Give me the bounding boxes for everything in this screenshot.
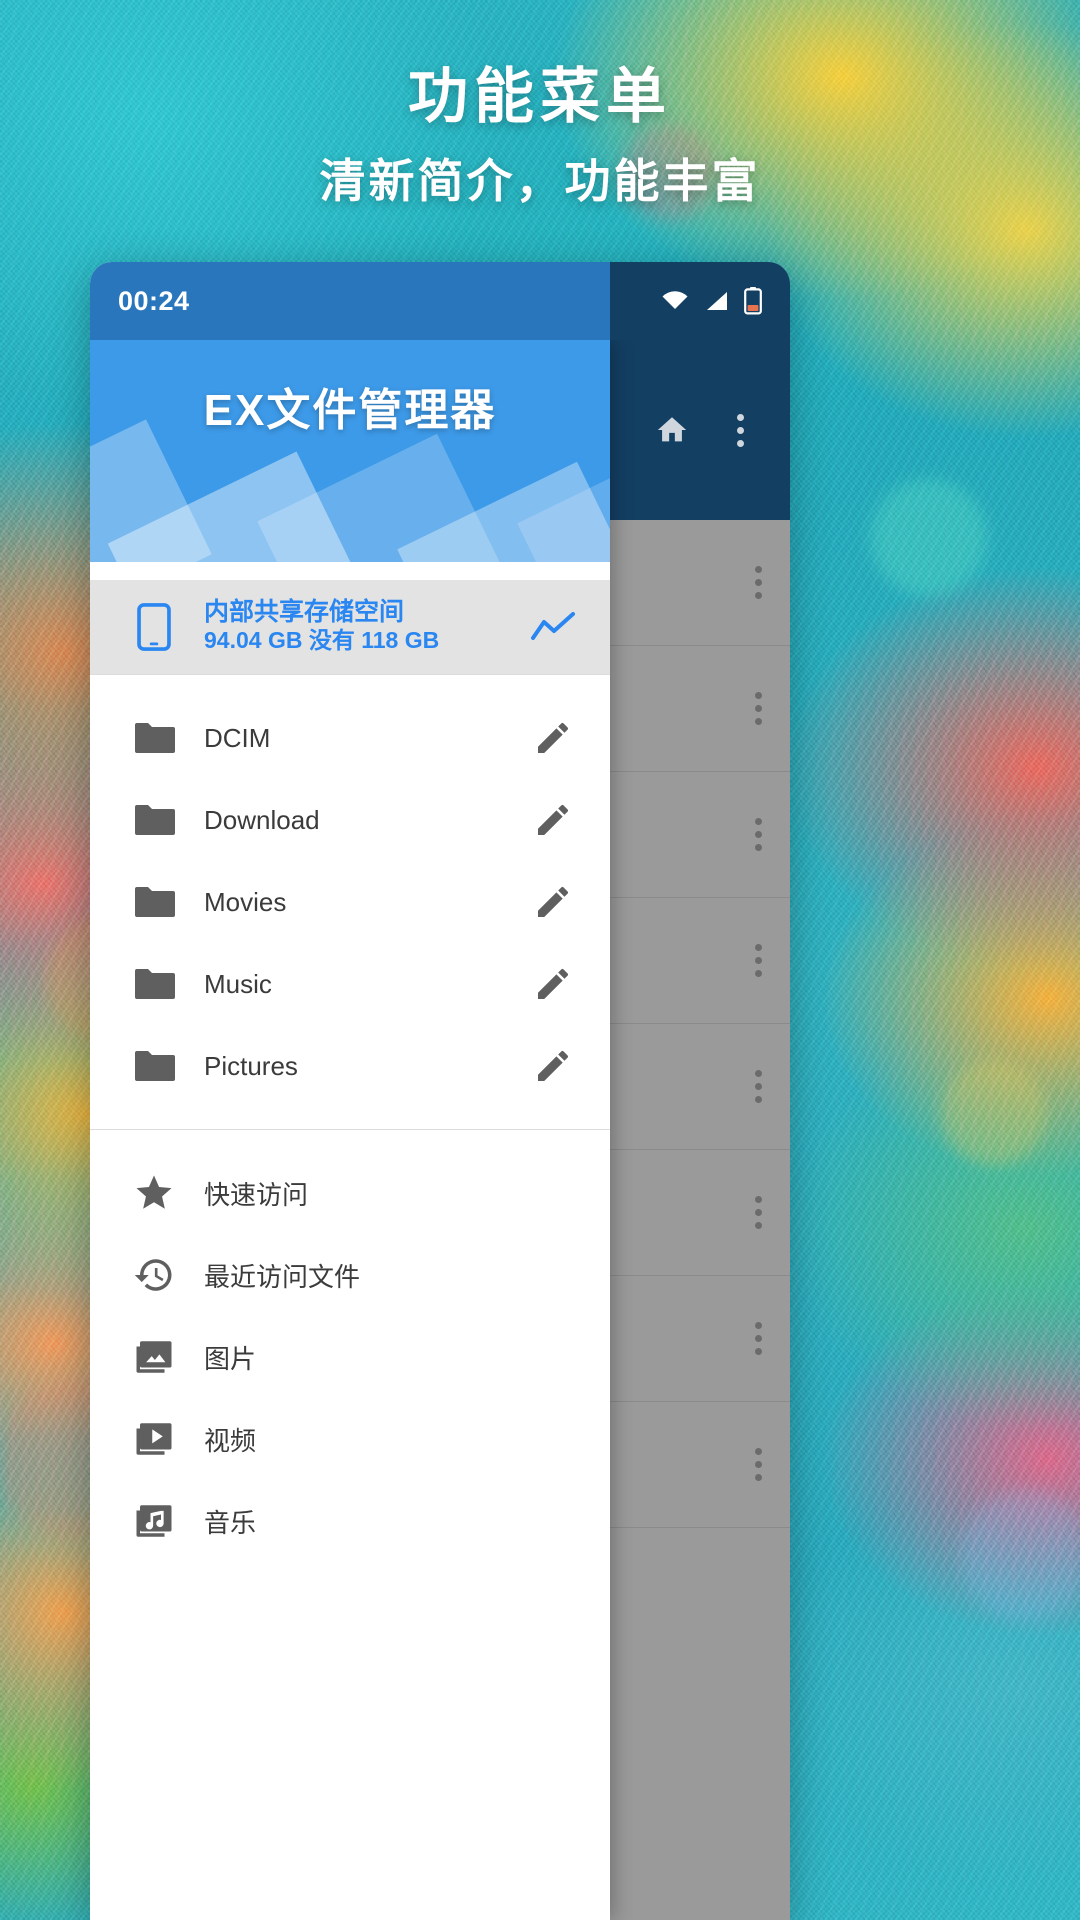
- section-gap: [90, 675, 610, 697]
- promo-title: 功能菜单: [408, 63, 672, 130]
- folder-icon-wrap: [116, 1049, 192, 1083]
- folder-icon: [135, 969, 175, 999]
- app-title: EX文件管理器: [203, 386, 497, 435]
- folder-label: Pictures: [204, 1050, 298, 1081]
- folder-list: DCIM Download Movies Music Pictures: [90, 697, 610, 1107]
- shortcut-icon-wrap: [116, 1254, 192, 1296]
- home-button[interactable]: [640, 398, 704, 462]
- row-overflow-icon[interactable]: [755, 1448, 762, 1481]
- shortcut-label: 快速访问: [204, 1179, 309, 1210]
- edit-pencil-icon: [538, 1050, 568, 1081]
- folder-row[interactable]: Pictures: [90, 1025, 610, 1107]
- folder-icon-wrap: [116, 967, 192, 1001]
- folder-edit-button[interactable]: [522, 964, 584, 1004]
- folder-row[interactable]: Download: [90, 779, 610, 861]
- storage-subtitle: 94.04 GB 没有 118 GB: [204, 627, 440, 654]
- drawer-header: EX文件管理器: [90, 340, 610, 562]
- signal-icon: [707, 292, 727, 310]
- wifi-icon: [662, 291, 688, 309]
- folder-edit-button[interactable]: [522, 1046, 584, 1086]
- folder-icon: [135, 887, 175, 917]
- overflow-menu-button[interactable]: [708, 398, 772, 462]
- shortcut-icon-wrap: [116, 1418, 192, 1460]
- trending-up-icon: [531, 612, 575, 640]
- navigation-drawer: EX文件管理器 内部共享存储空间 94.04 GB 没有 118 GB DCIM…: [90, 340, 610, 1920]
- shortcut-icon-wrap: [116, 1500, 192, 1542]
- edit-pencil-icon: [538, 968, 568, 999]
- folder-icon: [135, 805, 175, 835]
- shortcut-label: 音乐: [204, 1507, 257, 1538]
- row-overflow-icon[interactable]: [755, 1196, 762, 1229]
- storage-title: 内部共享存储空间: [204, 597, 405, 626]
- storage-summary-row[interactable]: 内部共享存储空间 94.04 GB 没有 118 GB: [90, 580, 610, 674]
- home-icon: [657, 417, 687, 442]
- storage-chart-button[interactable]: [522, 610, 584, 644]
- status-bar: 00:24: [90, 262, 790, 340]
- shortcut-row[interactable]: 快速访问: [90, 1152, 610, 1234]
- history-icon: [134, 1259, 172, 1291]
- folder-row[interactable]: Movies: [90, 861, 610, 943]
- storage-text: 内部共享存储空间 94.04 GB 没有 118 GB: [192, 598, 522, 657]
- edit-pencil-icon: [538, 886, 568, 917]
- music-icon: [136, 1505, 172, 1537]
- storage-icon-wrap: [116, 603, 192, 651]
- row-overflow-icon[interactable]: [755, 692, 762, 725]
- folder-row[interactable]: DCIM: [90, 697, 610, 779]
- shortcut-label: 视频: [204, 1425, 257, 1456]
- folder-icon-wrap: [116, 885, 192, 919]
- promo-subtitle: 清新简介，功能丰富: [319, 155, 761, 207]
- image-icon: [136, 1341, 172, 1373]
- video-icon: [136, 1423, 172, 1455]
- drawer-spacer: [90, 562, 610, 580]
- phone-screenshot: EX文件管理器 内部共享存储空间 94.04 GB 没有 118 GB DCIM…: [90, 262, 790, 1920]
- section-gap: [90, 1130, 610, 1152]
- shortcut-label: 最近访问文件: [204, 1261, 361, 1292]
- shortcut-row[interactable]: 视频: [90, 1398, 610, 1480]
- shortcut-row[interactable]: 最近访问文件: [90, 1234, 610, 1316]
- row-overflow-icon[interactable]: [755, 566, 762, 599]
- folder-label: Movies: [204, 886, 287, 917]
- shortcut-icon-wrap: [116, 1172, 192, 1214]
- folder-icon: [135, 723, 175, 753]
- shortcut-row[interactable]: 音乐: [90, 1480, 610, 1562]
- folder-label: Download: [204, 804, 320, 835]
- folder-icon: [135, 1051, 175, 1081]
- folder-edit-button[interactable]: [522, 718, 584, 758]
- folder-label: Music: [204, 968, 272, 999]
- battery-icon: [744, 287, 762, 315]
- folder-edit-button[interactable]: [522, 800, 584, 840]
- shortcut-row[interactable]: 图片: [90, 1316, 610, 1398]
- row-overflow-icon[interactable]: [755, 944, 762, 977]
- folder-icon-wrap: [116, 803, 192, 837]
- row-overflow-icon[interactable]: [755, 1322, 762, 1355]
- shortcut-icon-wrap: [116, 1336, 192, 1378]
- shortcut-label: 图片: [204, 1343, 257, 1374]
- edit-pencil-icon: [538, 804, 568, 835]
- folder-edit-button[interactable]: [522, 882, 584, 922]
- folder-icon-wrap: [116, 721, 192, 755]
- status-icons: [660, 287, 762, 315]
- row-overflow-icon[interactable]: [755, 1070, 762, 1103]
- section-gap: [90, 1107, 610, 1129]
- row-overflow-icon[interactable]: [755, 818, 762, 851]
- overflow-menu-icon: [736, 413, 744, 447]
- folder-label: DCIM: [204, 722, 271, 753]
- status-clock: 00:24: [118, 285, 190, 316]
- folder-row[interactable]: Music: [90, 943, 610, 1025]
- edit-pencil-icon: [538, 722, 568, 753]
- shortcut-list: 快速访问最近访问文件 图片视频音乐: [90, 1152, 610, 1562]
- phone-icon: [137, 603, 171, 651]
- star-icon: [136, 1175, 172, 1209]
